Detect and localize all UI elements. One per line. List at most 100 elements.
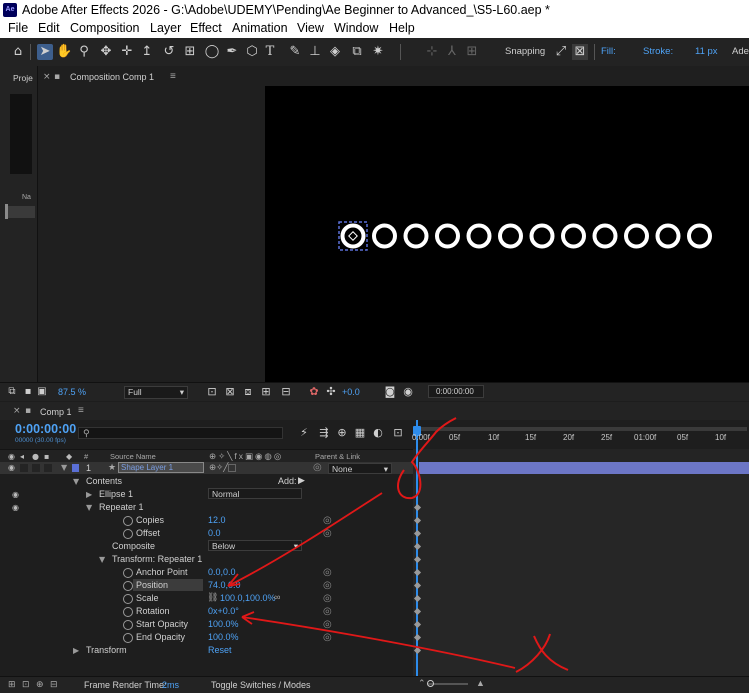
composition-mini-flowchart-icon[interactable]: ⚡ — [296, 425, 312, 441]
pick-whip-spiral-icon[interactable]: ◎ — [313, 463, 323, 473]
expand-triangle-icon[interactable]: ▼ — [73, 477, 79, 486]
layer-switches-toggle-icon[interactable]: ⊞ — [8, 679, 16, 690]
layer-row[interactable]: ◉ ▼ 1 ★ Shape Layer 1 ⊕✧╱ ◎ None ▾ — [0, 462, 413, 474]
home-icon[interactable]: ⌂ — [10, 44, 26, 60]
pick-whip-spiral-icon[interactable]: ◎ — [323, 529, 333, 539]
current-time-field[interactable]: 0:00:00:00 — [428, 385, 484, 398]
stopwatch-icon[interactable] — [123, 607, 133, 617]
exposure-value[interactable]: +0.0 — [342, 387, 360, 397]
rotation-value[interactable]: 0x+0.0° — [208, 606, 239, 616]
zoom-dropdown[interactable]: 87.5 % — [58, 387, 86, 397]
zoom-in-mountain-icon[interactable]: ▲ — [476, 678, 485, 688]
menu-view[interactable]: View — [297, 21, 324, 35]
layer-duration-bar[interactable] — [419, 462, 749, 474]
expand-triangle-icon[interactable]: ▼ — [61, 463, 67, 472]
solo-switch[interactable] — [32, 464, 40, 472]
lock-icon[interactable]: ▪ — [25, 406, 31, 416]
fill-label[interactable]: Fill: — [601, 46, 616, 57]
snapshot-camera-icon[interactable]: ◙ — [382, 384, 398, 400]
stopwatch-icon[interactable] — [123, 581, 133, 591]
constrain-proportions-link-icon[interactable]: ⛓ — [207, 592, 218, 603]
orbit-camera-icon[interactable]: ✥ — [98, 44, 114, 60]
eraser-tool-icon[interactable]: ◈ — [327, 44, 343, 60]
visibility-eye-icon[interactable]: ◉ — [12, 504, 22, 512]
current-time-display[interactable]: 0:00:00:00 — [15, 422, 76, 436]
label-color-swatch[interactable] — [72, 464, 79, 472]
blend-mode-dropdown[interactable]: Normal — [208, 488, 302, 499]
transparency-grid-icon[interactable]: ⊠ — [222, 384, 238, 400]
position-label[interactable]: Position — [136, 580, 168, 590]
timeline-tab[interactable]: Comp 1 — [40, 407, 72, 417]
lock-switch-icon[interactable]: ▪ — [44, 453, 54, 461]
type-tool-icon[interactable]: T — [262, 44, 278, 60]
layer-search-input[interactable]: ⚲ — [78, 427, 283, 439]
mask-visibility-icon[interactable]: ⧈ — [240, 384, 256, 400]
world-axis-icon[interactable]: ⅄ — [444, 44, 460, 60]
fast-previews-icon[interactable]: ⊡ — [204, 384, 220, 400]
end-opacity-value[interactable]: 100.0% — [208, 632, 239, 642]
pick-whip-spiral-icon[interactable]: ◎ — [323, 568, 333, 578]
in-out-panes-icon[interactable]: ⊕ — [36, 679, 44, 690]
stopwatch-icon[interactable] — [123, 529, 133, 539]
frame-blending-icon[interactable]: ▦ — [352, 425, 368, 441]
pan-camera-icon[interactable]: ✛ — [119, 44, 135, 60]
toggle-switches-modes-button[interactable]: Toggle Switches / Modes — [211, 680, 311, 690]
view-axis-icon[interactable]: ⊞ — [464, 44, 480, 60]
render-time-icon[interactable]: ⊟ — [50, 679, 58, 690]
offset-value[interactable]: 0.0 — [208, 528, 221, 538]
repeater-ring[interactable] — [340, 223, 366, 249]
position-value[interactable]: 74.0,0.0 — [208, 580, 241, 590]
stopwatch-icon[interactable] — [123, 633, 133, 643]
composition-tab[interactable]: Composition Comp 1 — [70, 72, 154, 82]
audio-switch[interactable] — [20, 464, 28, 472]
zoom-out-mountain-icon[interactable]: ⌃ — [418, 678, 426, 689]
roto-brush-icon[interactable]: ⧉ — [349, 44, 365, 60]
expand-triangle-icon[interactable]: ▼ — [99, 555, 105, 564]
pen-tool-icon[interactable]: ✒ — [224, 44, 240, 60]
layer-name-field[interactable]: Shape Layer 1 — [118, 462, 204, 473]
stopwatch-icon[interactable] — [123, 516, 133, 526]
exposure-reset-icon[interactable]: ✣ — [323, 384, 339, 400]
dolly-camera-icon[interactable]: ↥ — [139, 44, 155, 60]
pan-behind-tool-icon[interactable]: ⊞ — [182, 44, 198, 60]
hand-tool-icon[interactable]: ✋ — [56, 44, 72, 60]
stopwatch-icon[interactable] — [123, 620, 133, 630]
fx-switch[interactable] — [228, 464, 236, 472]
project-tab[interactable]: Proje — [13, 73, 33, 83]
collapse-triangle-icon[interactable]: ▶ — [73, 646, 79, 655]
snap-grid-icon[interactable]: ⊠ — [572, 44, 588, 60]
visibility-eye-icon[interactable]: ◉ — [12, 491, 22, 499]
menu-composition[interactable]: Composition — [70, 21, 139, 35]
lock-icon[interactable]: ▪ — [54, 72, 60, 82]
close-icon[interactable]: × — [13, 406, 21, 416]
selection-tool-icon[interactable]: ➤ — [37, 44, 53, 60]
draft-3d-icon[interactable]: ⇶ — [316, 425, 332, 441]
menu-effect[interactable]: Effect — [190, 21, 222, 35]
panel-menu-icon[interactable]: ≡ — [78, 405, 84, 416]
workspace-overflow-label[interactable]: Ade — [732, 46, 749, 57]
puppet-pin-icon[interactable]: ✷ — [370, 44, 386, 60]
pick-whip-spiral-icon[interactable]: ◎ — [323, 581, 333, 591]
lock-switch[interactable] — [44, 464, 52, 472]
visibility-eye-icon[interactable]: ◉ — [8, 464, 18, 472]
menu-layer[interactable]: Layer — [150, 21, 181, 35]
expand-triangle-icon[interactable]: ▼ — [86, 503, 92, 512]
project-name-column[interactable]: Na — [22, 194, 31, 201]
collapse-triangle-icon[interactable]: ▶ — [86, 490, 92, 499]
anchor-point-handle[interactable] — [348, 231, 358, 241]
timeline-zoom-slider[interactable] — [428, 683, 468, 685]
pick-whip-spiral-icon[interactable]: ◎ — [323, 516, 333, 526]
graph-editor-icon[interactable]: ⊡ — [390, 425, 406, 441]
menu-file[interactable]: File — [8, 21, 28, 35]
panel-menu-icon[interactable]: ≡ — [170, 71, 176, 82]
hide-shy-layers-icon[interactable]: ⊕ — [334, 425, 350, 441]
pick-whip-spiral-icon[interactable]: ◎ — [323, 633, 333, 643]
3d-shape-icon[interactable]: ⬡ — [244, 44, 260, 60]
timeline-ruler[interactable] — [413, 420, 749, 449]
stopwatch-icon[interactable] — [123, 594, 133, 604]
pick-whip-spiral-icon[interactable]: ◎ — [323, 594, 333, 604]
scale-value[interactable]: 100.0,100.0% — [220, 593, 276, 603]
local-axis-icon[interactable]: ⊹ — [424, 44, 440, 60]
work-area-bar[interactable] — [417, 427, 747, 431]
label-tag-icon[interactable]: ◆ — [66, 453, 76, 461]
